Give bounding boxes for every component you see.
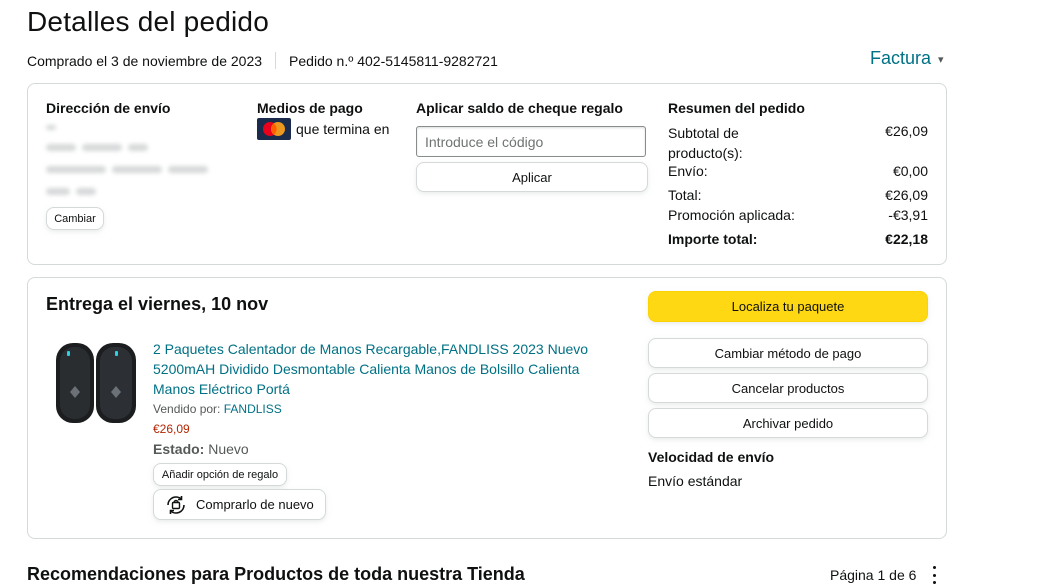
cancel-items-button[interactable]: Cancelar productos — [648, 373, 928, 403]
product-condition: Estado: Nuevo — [153, 441, 249, 457]
summary-row-total: Total: €26,09 — [668, 187, 928, 203]
summary-value: €26,09 — [885, 187, 928, 203]
change-payment-button[interactable]: Cambiar método de pago — [648, 338, 928, 368]
invoice-dropdown[interactable]: Factura ▾ — [870, 48, 944, 69]
summary-label: Subtotal de producto(s): — [668, 125, 743, 161]
summary-value: €22,18 — [885, 231, 928, 247]
add-gift-option-button[interactable]: Añadir opción de regalo — [153, 463, 287, 486]
condition-value: Nuevo — [208, 441, 249, 457]
summary-value: -€3,91 — [888, 207, 928, 223]
summary-value: €26,09 — [885, 123, 928, 139]
product-title-link[interactable]: 2 Paquetes Calentador de Manos Recargabl… — [153, 339, 603, 399]
seller-link[interactable]: FANDLISS — [224, 402, 282, 416]
shipment-panel: Entrega el viernes, 10 nov 2 Paquetes Ca… — [27, 277, 947, 539]
buy-again-label[interactable]: Comprarlo de nuevo — [196, 497, 314, 512]
summary-heading: Resumen del pedido — [668, 100, 805, 116]
summary-row-shipping: Envío: €0,00 — [668, 163, 928, 179]
invoice-label[interactable]: Factura — [870, 48, 931, 69]
track-package-button[interactable]: Localiza tu paquete — [648, 291, 928, 322]
purchase-date: Comprado el 3 de noviembre de 2023 — [27, 52, 263, 69]
buy-again-icon — [164, 493, 188, 517]
archive-order-button[interactable]: Archivar pedido — [648, 408, 928, 438]
product-image[interactable] — [52, 338, 142, 428]
recommendations-title: Recomendaciones para Productos de toda n… — [27, 564, 525, 584]
delivery-heading: Entrega el viernes, 10 nov — [46, 294, 269, 314]
summary-label: Envío: — [668, 163, 708, 179]
address-line-1 — [46, 125, 56, 130]
payment-heading: Medios de pago — [257, 100, 363, 116]
meta-divider — [275, 52, 277, 69]
order-meta: Comprado el 3 de noviembre de 2023 Pedid… — [27, 52, 498, 69]
summary-row-grand-total: Importe total: €22,18 — [668, 231, 928, 247]
change-address-button[interactable]: Cambiar — [46, 207, 104, 230]
carousel-page-indicator: Página 1 de 6 — [830, 567, 917, 583]
apply-gift-button[interactable]: Aplicar — [416, 162, 648, 192]
product-price: €26,09 — [153, 422, 190, 436]
more-options-icon[interactable] — [928, 566, 940, 584]
summary-row-subtotal: Subtotal de producto(s): €26,09 — [668, 123, 928, 163]
address-line-4 — [46, 188, 96, 195]
page-title: Detalles del pedido — [27, 6, 269, 37]
mastercard-icon — [257, 118, 291, 140]
gift-code-input[interactable] — [416, 126, 646, 157]
condition-label: Estado: — [153, 441, 205, 457]
address-line-2 — [46, 144, 148, 151]
payment-card-text: que termina en — [296, 121, 390, 137]
sold-by-label: Vendido por: — [153, 402, 221, 416]
address-line-3 — [46, 166, 208, 173]
order-number: Pedido n.º 402-5145811-9282721 — [289, 52, 498, 69]
buy-again-button[interactable]: Comprarlo de nuevo — [153, 489, 326, 520]
summary-row-promotion: Promoción aplicada: -€3,91 — [668, 207, 928, 223]
shipping-speed-heading: Velocidad de envío — [648, 449, 775, 465]
order-info-panel: Dirección de envío Cambiar Medios de pag… — [27, 83, 947, 265]
sold-by: Vendido por: FANDLISS — [153, 402, 282, 416]
shipping-heading: Dirección de envío — [46, 100, 171, 116]
gift-heading: Aplicar saldo de cheque regalo — [416, 100, 623, 116]
summary-value: €0,00 — [892, 163, 928, 179]
chevron-down-icon: ▾ — [938, 54, 944, 66]
shipping-speed-value: Envío estándar — [648, 473, 743, 489]
